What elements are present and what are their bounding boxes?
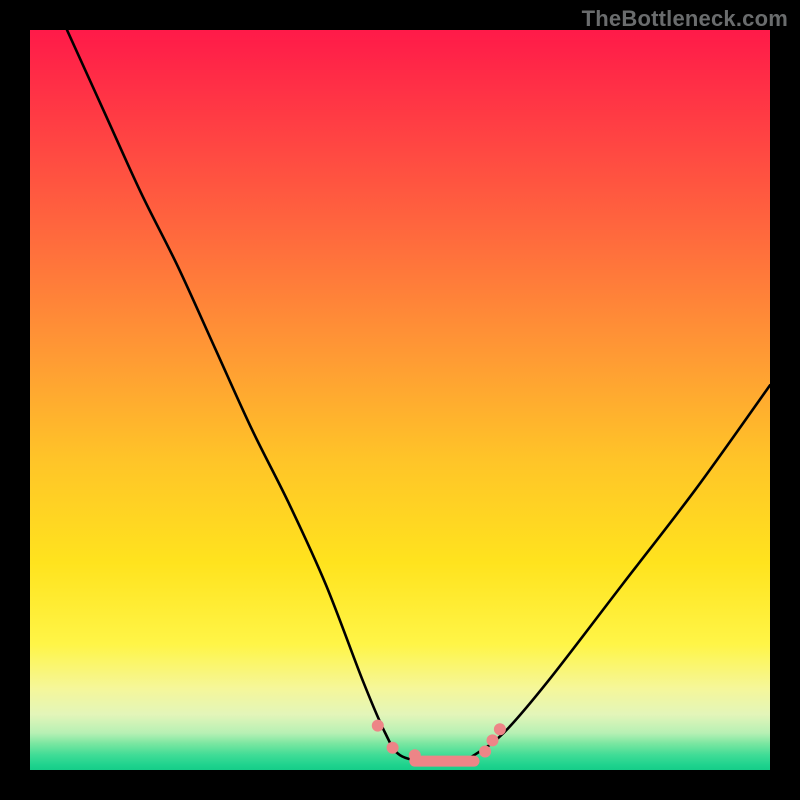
chart-frame: TheBottleneck.com — [0, 0, 800, 800]
plot-area — [30, 30, 770, 770]
watermark-label: TheBottleneck.com — [582, 6, 788, 32]
background-gradient — [30, 30, 770, 770]
